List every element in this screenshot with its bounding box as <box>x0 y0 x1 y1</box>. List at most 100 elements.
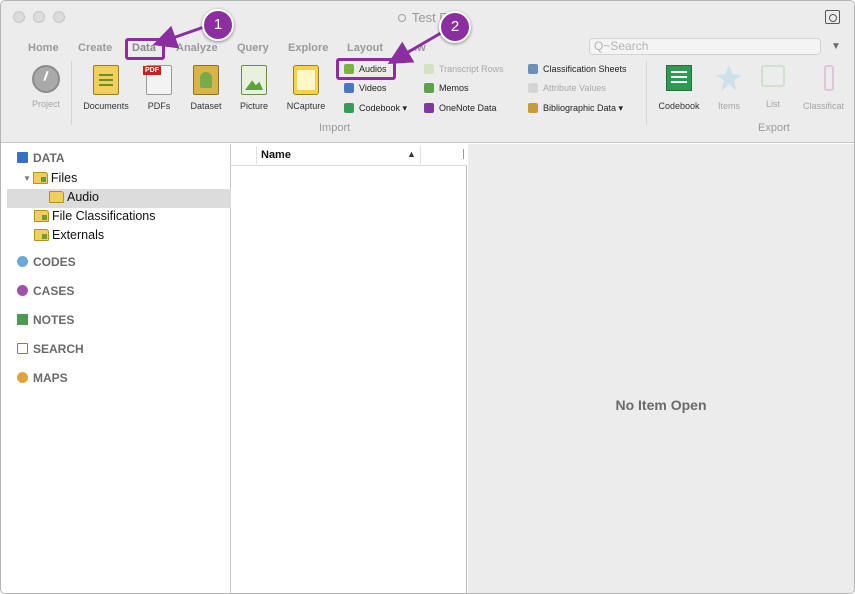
import-codebook-label: Codebook ▾ <box>359 103 408 113</box>
navigation-sidebar: DATA ▼ Files Audio File Classifications E… <box>1 144 231 593</box>
window-title: Test P... <box>1 10 854 25</box>
highlight-audios-button <box>336 58 396 80</box>
import-transcript-rows-label: Transcript Rows <box>439 64 504 74</box>
export-codebook-button[interactable]: Codebook <box>657 65 701 111</box>
sidebar-item-file-classifications-label: File Classifications <box>52 209 156 223</box>
video-icon <box>344 83 354 93</box>
nav-section-data[interactable]: DATA <box>17 151 65 165</box>
sidebar-item-externals[interactable]: Externals <box>34 228 104 242</box>
import-dataset-label: Dataset <box>190 101 222 111</box>
import-bibliographic-data-button[interactable]: Bibliographic Data ▾ <box>528 103 623 114</box>
help-icon[interactable] <box>825 10 840 24</box>
nav-section-search-label: SEARCH <box>33 342 84 356</box>
export-codebook-label: Codebook <box>658 101 700 111</box>
nav-section-cases[interactable]: CASES <box>17 284 74 298</box>
sidebar-item-audio[interactable]: Audio <box>49 190 99 204</box>
attribute-values-icon <box>528 83 538 93</box>
ncapture-icon <box>293 65 319 95</box>
items-export-icon <box>716 65 742 91</box>
folder-icon <box>34 210 49 222</box>
import-project-label: Project <box>31 99 60 109</box>
import-documents-button[interactable]: Documents <box>81 65 131 111</box>
import-ncapture-label: NCapture <box>286 101 326 111</box>
sort-ascending-icon[interactable]: ▲ <box>407 149 416 159</box>
export-group-label: Export <box>758 122 790 134</box>
import-pdfs-button[interactable]: PDFs <box>143 65 173 111</box>
import-memos-button[interactable]: Memos <box>424 83 469 93</box>
import-ncapture-button[interactable]: NCapture <box>284 65 328 111</box>
sidebar-item-file-classifications[interactable]: File Classifications <box>34 209 156 223</box>
column-divider[interactable] <box>463 149 464 159</box>
search-input[interactable]: Q~Search <box>589 38 821 55</box>
ribbon-separator <box>71 61 72 125</box>
column-divider[interactable] <box>420 146 421 164</box>
import-pdfs-label: PDFs <box>147 101 171 111</box>
import-group-label: Import <box>319 122 351 134</box>
onenote-icon <box>424 103 434 113</box>
import-transcript-rows-button[interactable]: Transcript Rows <box>424 64 504 74</box>
import-picture-button[interactable]: Picture <box>237 65 271 111</box>
disclosure-triangle-icon[interactable]: ▼ <box>23 174 31 183</box>
empty-state-text: No Item Open <box>615 397 707 413</box>
import-videos-label: Videos <box>359 83 387 93</box>
nav-section-search[interactable]: SEARCH <box>17 342 84 356</box>
export-items-label: Items <box>717 101 740 111</box>
export-classification-button[interactable]: Classificat <box>803 65 854 111</box>
import-dataset-button[interactable]: Dataset <box>188 65 224 111</box>
notes-icon <box>17 314 28 325</box>
nav-section-maps-label: MAPS <box>33 371 68 385</box>
nav-section-notes-label: NOTES <box>33 313 75 327</box>
import-project-button[interactable]: Project <box>29 65 63 109</box>
sidebar-item-files[interactable]: ▼ Files <box>23 171 77 185</box>
picture-icon <box>241 65 267 95</box>
import-classification-sheets-label: Classification Sheets <box>543 64 627 74</box>
list-view: Name ▲ <box>231 144 467 593</box>
nav-section-codes[interactable]: CODES <box>17 255 76 269</box>
tab-layout[interactable]: Layout <box>347 42 383 54</box>
sidebar-item-files-label: Files <box>50 171 78 185</box>
import-onenote-button[interactable]: OneNote Data <box>424 103 497 113</box>
import-classification-sheets-button[interactable]: Classification Sheets <box>528 64 627 74</box>
ribbon-collapse-icon[interactable]: ▼ <box>831 41 841 52</box>
highlight-data-tab <box>125 38 165 60</box>
search-icon <box>17 343 28 354</box>
export-list-button[interactable]: List <box>761 65 785 109</box>
import-attribute-values-label: Attribute Values <box>543 83 606 93</box>
import-onenote-label: OneNote Data <box>439 103 497 113</box>
ribbon-separator <box>646 61 647 125</box>
tab-home[interactable]: Home <box>28 42 59 54</box>
dataset-icon <box>193 65 219 95</box>
project-icon <box>32 65 60 93</box>
nav-section-cases-label: CASES <box>33 284 75 298</box>
import-documents-label: Documents <box>83 101 129 111</box>
bibliographic-icon <box>528 103 538 113</box>
export-classification-label: Classificat <box>803 101 845 111</box>
list-header: Name ▲ <box>231 144 467 166</box>
import-picture-label: Picture <box>239 101 268 111</box>
folder-icon <box>49 191 64 203</box>
list-export-icon <box>761 65 785 87</box>
data-icon <box>17 152 28 163</box>
column-divider[interactable] <box>256 146 257 164</box>
import-codebook-button[interactable]: Codebook ▾ <box>344 103 407 114</box>
tab-query[interactable]: Query <box>237 42 269 54</box>
column-header-name[interactable]: Name <box>261 149 291 161</box>
step-badge-1: 1 <box>202 9 234 41</box>
tab-explore[interactable]: Explore <box>288 42 328 54</box>
title-bar: Test P... <box>1 1 854 31</box>
classification-sheet-icon <box>528 64 538 74</box>
import-memos-label: Memos <box>439 83 469 93</box>
pdf-icon <box>143 65 172 95</box>
tab-create[interactable]: Create <box>78 42 112 54</box>
export-items-button[interactable]: Items <box>715 65 743 111</box>
nav-section-maps[interactable]: MAPS <box>17 371 68 385</box>
tab-view[interactable]: ...w <box>408 42 426 54</box>
maps-icon <box>17 372 28 383</box>
import-videos-button[interactable]: Videos <box>344 83 386 93</box>
sidebar-item-audio-label: Audio <box>67 190 99 204</box>
documents-icon <box>93 65 119 95</box>
codebook-icon <box>344 103 354 113</box>
tab-analyze[interactable]: Analyze <box>176 42 218 54</box>
nav-section-notes[interactable]: NOTES <box>17 313 74 327</box>
import-attribute-values-button[interactable]: Attribute Values <box>528 83 606 93</box>
